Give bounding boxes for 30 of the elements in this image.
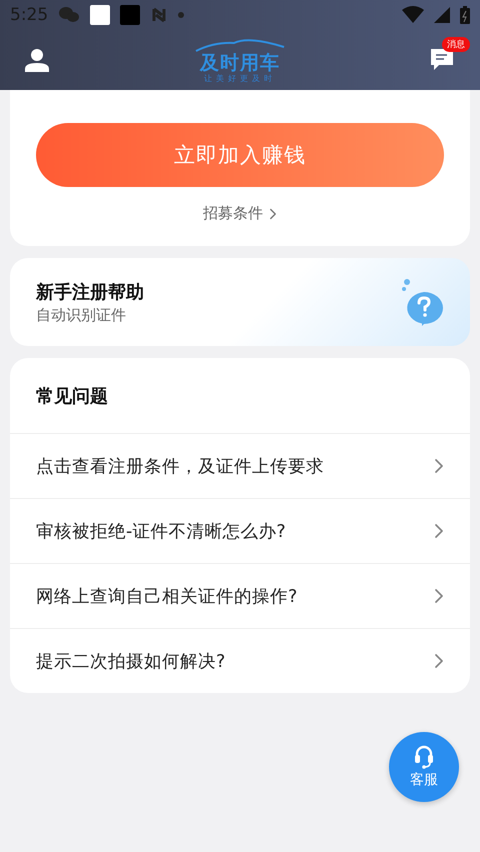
chevron-icon [434,588,444,604]
app-icon [90,5,110,25]
headset-icon [414,745,434,769]
chevron-icon [269,208,277,220]
wifi-icon [402,6,424,24]
message-badge: 消息 [442,37,470,52]
question-bubble-icon [402,278,446,326]
logo-title: 及时用车 [200,52,280,74]
status-time: 5:25 [10,5,48,25]
dot-icon [178,12,184,18]
chat-app-icon [58,6,80,24]
faq-item[interactable]: 审核被拒绝-证件不清晰怎么办? [10,499,470,564]
chevron-icon [434,458,444,474]
app-icon [120,5,140,25]
faq-item[interactable]: 点击查看注册条件，及证件上传要求 [10,434,470,499]
faq-item[interactable]: 提示二次拍摄如何解决? [10,629,470,693]
message-icon[interactable] [430,47,454,71]
chevron-icon [434,653,444,669]
faq-title: 常见问题 [10,358,470,434]
help-subtitle: 自动识别证件 [36,306,127,324]
help-card[interactable]: 新手注册帮助 自动识别证件 [10,258,470,346]
logo-slogan: 让美好更及时 [204,74,276,84]
car-outline-icon [194,38,286,52]
recruit-conditions-link[interactable]: 招募条件 [197,203,283,224]
faq-item[interactable]: 网络上查询自己相关证件的操作? [10,564,470,629]
help-title: 新手注册帮助 [36,280,144,304]
signal-icon [434,7,450,23]
user-icon[interactable] [24,48,50,72]
chevron-icon [434,523,444,539]
battery-icon [460,6,470,24]
